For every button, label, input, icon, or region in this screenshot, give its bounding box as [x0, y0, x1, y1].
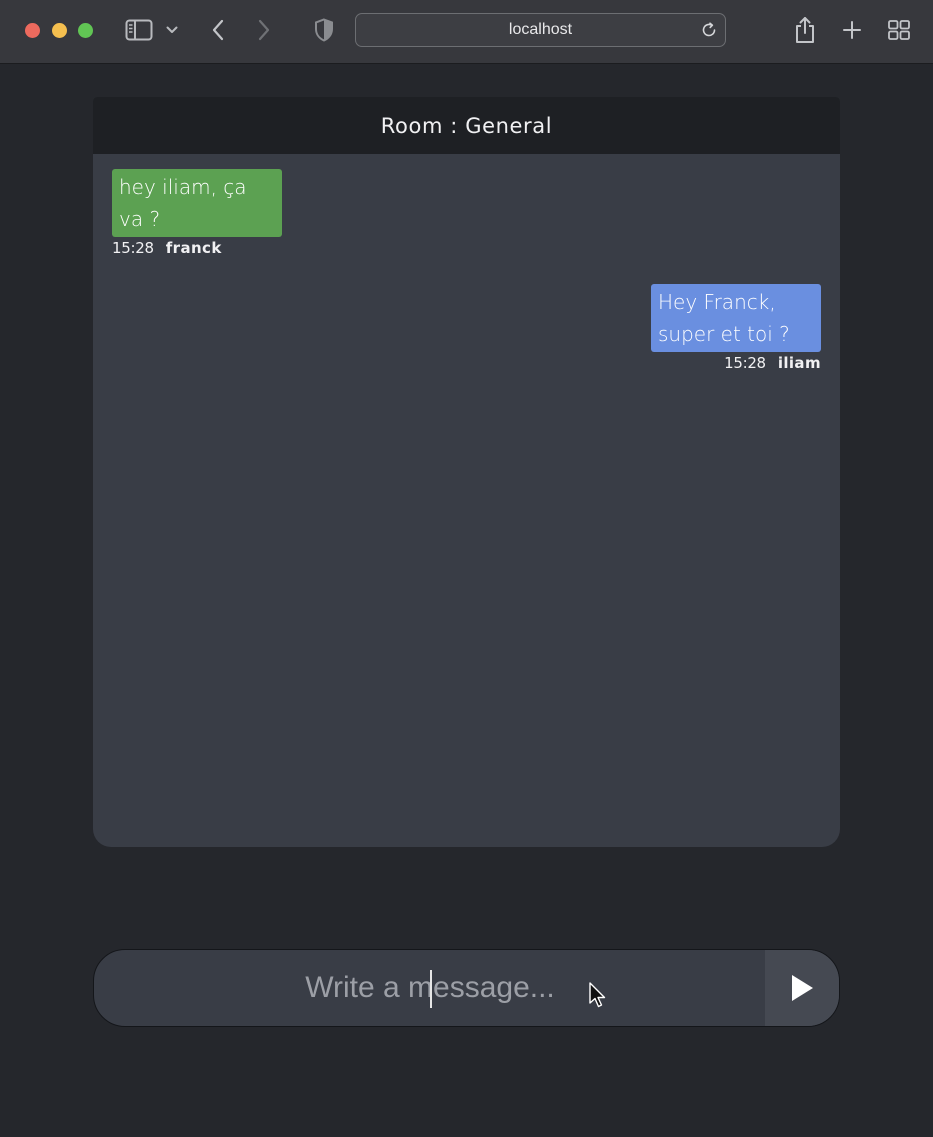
sidebar-icon[interactable]	[124, 18, 154, 42]
play-icon	[792, 975, 813, 1001]
text-caret	[430, 970, 432, 1008]
plus-icon[interactable]	[838, 16, 866, 44]
message-author: franck	[165, 239, 222, 257]
chevron-right-icon[interactable]	[250, 16, 278, 44]
message-time: 15:28	[112, 239, 154, 257]
minimize-window-button[interactable]	[52, 23, 67, 38]
send-button[interactable]	[765, 950, 839, 1026]
browser-toolbar: localhost	[0, 0, 933, 64]
share-icon[interactable]	[790, 14, 820, 46]
message-composer	[93, 949, 840, 1027]
chat-panel: Room : General hey iliam, ça va ? 15:28 f…	[93, 97, 840, 847]
message-meta: 15:28 franck	[112, 239, 282, 257]
message-meta: 15:28 iliam	[651, 354, 821, 372]
message-author: iliam	[777, 354, 821, 372]
message-item: hey iliam, ça va ? 15:28 franck	[112, 169, 282, 257]
zoom-window-button[interactable]	[78, 23, 93, 38]
reload-icon[interactable]	[699, 20, 719, 40]
chevron-down-icon[interactable]	[162, 20, 182, 40]
mouse-cursor-icon	[589, 982, 606, 1008]
url-text: localhost	[508, 21, 573, 38]
message-item: Hey Franck, super et toi ? 15:28 iliam	[651, 284, 821, 372]
message-time: 15:28	[724, 354, 766, 372]
address-bar[interactable]: localhost	[355, 13, 726, 47]
grid-icon[interactable]	[884, 16, 914, 44]
shield-icon[interactable]	[310, 16, 338, 44]
browser-window: localhost Room: General hey iliam, ça v…	[0, 0, 933, 1137]
message-bubble: Hey Franck, super et toi ?	[651, 284, 821, 352]
message-bubble: hey iliam, ça va ?	[112, 169, 282, 237]
room-title: Room : General	[93, 97, 840, 154]
close-window-button[interactable]	[25, 23, 40, 38]
chevron-left-icon[interactable]	[204, 16, 232, 44]
